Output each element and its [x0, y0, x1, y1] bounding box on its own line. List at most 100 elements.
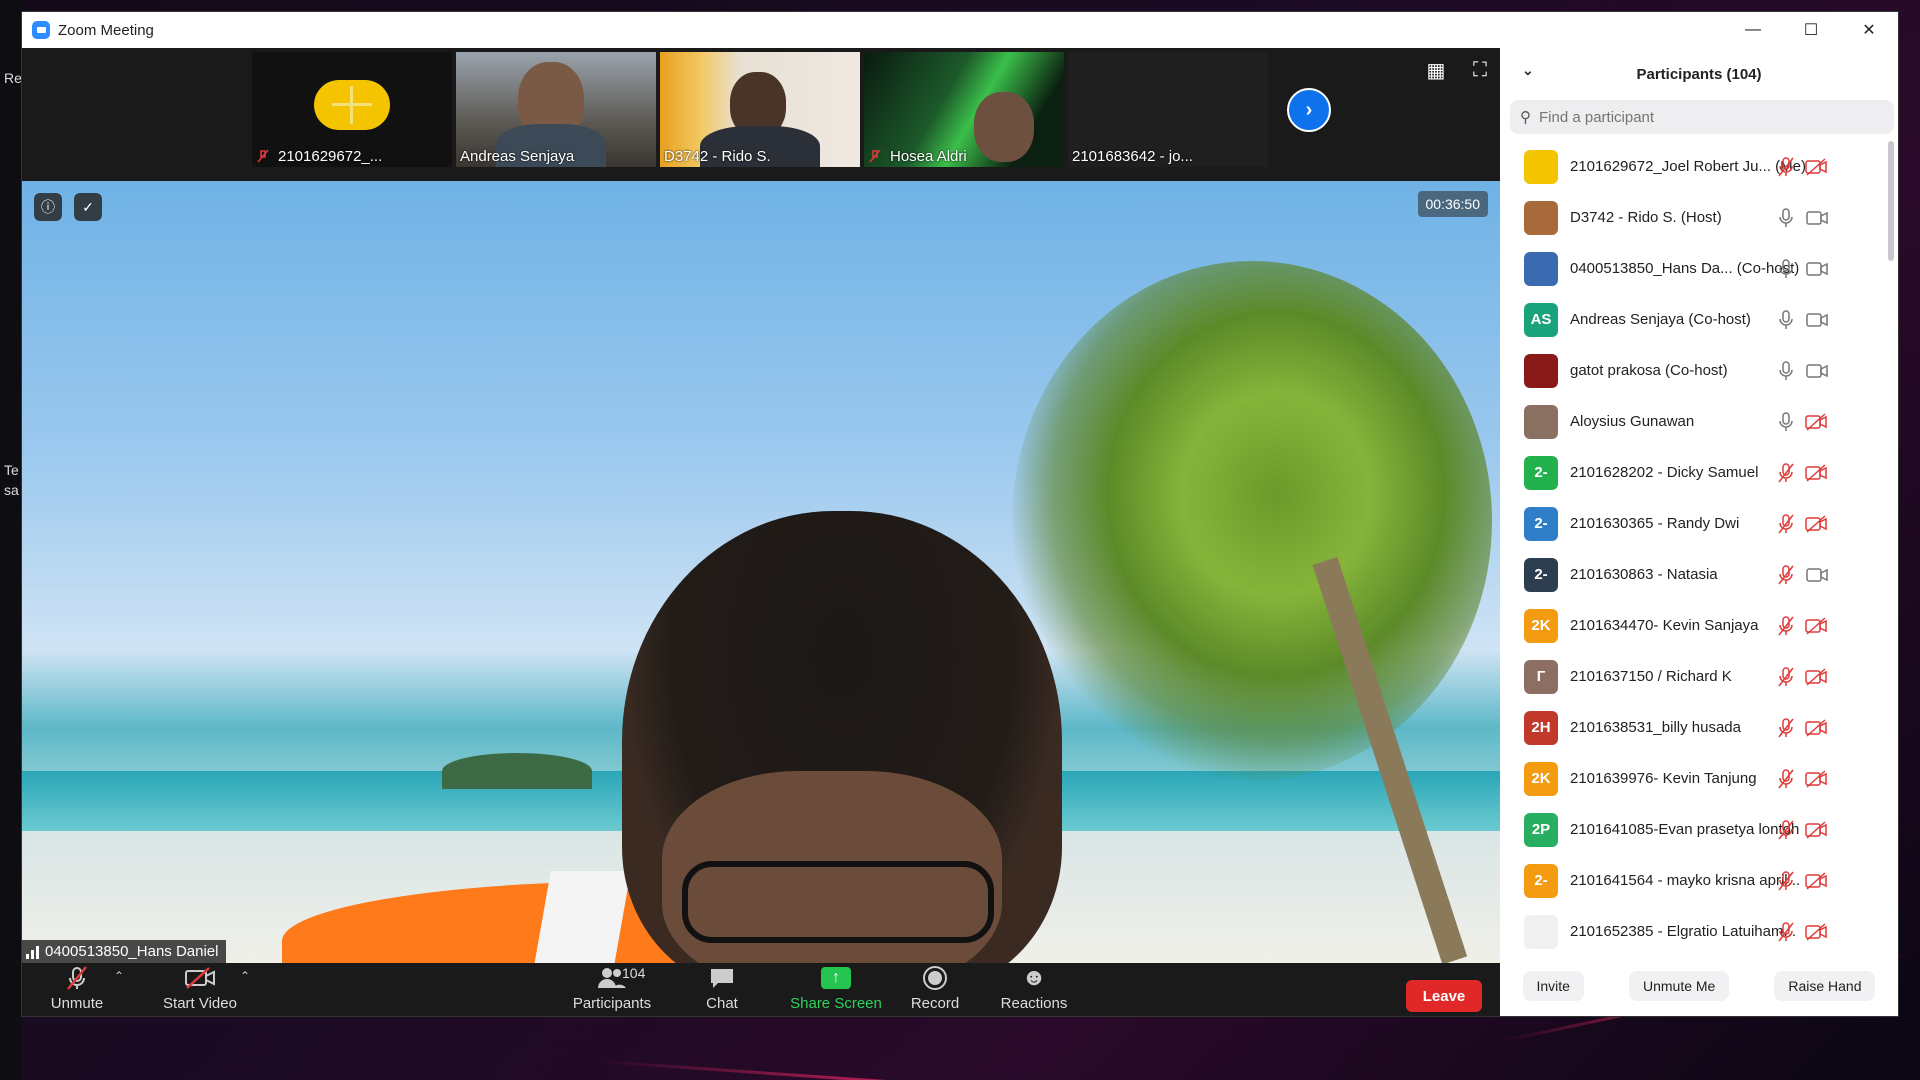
raise-hand-button[interactable]: Raise Hand: [1774, 971, 1876, 1001]
participant-row[interactable]: Aloysius Gunawan: [1500, 396, 1888, 447]
record-button[interactable]: Record: [890, 963, 980, 1016]
mic-muted-icon[interactable]: [1776, 666, 1796, 688]
participant-search-input[interactable]: [1537, 107, 1861, 127]
participant-row[interactable]: 2101652385 - Elgratio Latuiham...: [1500, 906, 1888, 951]
maximize-button[interactable]: ☐: [1782, 12, 1840, 48]
mic-icon[interactable]: [1776, 360, 1796, 382]
unmute-me-button[interactable]: Unmute Me: [1628, 971, 1730, 1001]
next-page-button[interactable]: ›: [1287, 88, 1331, 132]
video-off-icon: [1804, 411, 1830, 433]
participant-row[interactable]: AS Andreas Senjaya (Co-host): [1500, 294, 1888, 345]
start-video-button[interactable]: Start Video: [150, 963, 250, 1016]
participant-row[interactable]: 2- 2101630365 - Randy Dwi: [1500, 498, 1888, 549]
avatar: 2K: [1524, 608, 1558, 643]
participant-row[interactable]: 0400513850_Hans Da... (Co-host): [1500, 243, 1888, 294]
mic-muted-icon: [257, 149, 269, 163]
desktop-label: Re: [4, 70, 22, 86]
participant-name: 2101629672_Joel Robert Ju... (Me): [1570, 158, 1806, 175]
thumbnail-video[interactable]: D3742 - Rido S.: [660, 52, 860, 167]
participant-name: 2101652385 - Elgratio Latuiham...: [1570, 923, 1796, 940]
meeting-info-icon[interactable]: ⓘ: [34, 193, 62, 221]
participant-name: 2101639976- Kevin Tanjung: [1570, 770, 1757, 787]
avatar: 2P: [1524, 812, 1558, 847]
thumbnail-video[interactable]: Andreas Senjaya: [456, 52, 656, 167]
avatar: [1524, 404, 1558, 439]
avatar: [1524, 914, 1558, 949]
desktop-edge: Re Te sa: [0, 0, 22, 1080]
video-options-caret-icon[interactable]: ⌃: [240, 969, 250, 983]
mic-icon[interactable]: [1776, 309, 1796, 331]
mic-icon[interactable]: [1776, 258, 1796, 280]
security-shield-icon[interactable]: ✓: [74, 193, 102, 221]
avatar: 2-: [1524, 455, 1558, 490]
participants-count: 104: [622, 965, 646, 981]
panel-title: Participants (104): [1636, 65, 1762, 83]
mic-muted-icon[interactable]: [1776, 819, 1796, 841]
desktop-label: Te: [4, 462, 19, 478]
thumbnail-name: 2101629672_...: [278, 148, 383, 165]
mic-muted-icon[interactable]: [1776, 513, 1796, 535]
chevron-down-icon[interactable]: ⌄: [1522, 62, 1534, 79]
thumbnail-strip: 2101629672_... Andreas Senjaya D3742 - R…: [22, 48, 1500, 181]
mic-muted-icon[interactable]: [1776, 768, 1796, 790]
mic-muted-icon[interactable]: [1776, 564, 1796, 586]
video-off-icon: [1804, 717, 1830, 739]
mic-muted-icon[interactable]: [1776, 615, 1796, 637]
share-screen-button[interactable]: ↑ Share Screen: [778, 963, 894, 1016]
participant-row[interactable]: D3742 - Rido S. (Host): [1500, 192, 1888, 243]
avatar: [1524, 251, 1558, 286]
reactions-button[interactable]: ☻ Reactions: [984, 963, 1084, 1016]
mic-muted-icon[interactable]: [1776, 870, 1796, 892]
video-off-icon: [1804, 768, 1830, 790]
thumbnail-video[interactable]: 2101683642 - jo...: [1068, 52, 1268, 167]
participant-name: D3742 - Rido S. (Host): [1570, 209, 1722, 226]
mic-muted-icon[interactable]: [1776, 921, 1796, 943]
unmute-button[interactable]: Unmute: [42, 963, 112, 1016]
participant-row[interactable]: 2- 2101628202 - Dicky Samuel: [1500, 447, 1888, 498]
wallpaper-streak: [599, 1060, 1199, 1080]
minimize-button[interactable]: —: [1724, 12, 1782, 48]
thumbnail-video[interactable]: Hosea Aldri: [864, 52, 1064, 167]
mic-icon[interactable]: [1776, 411, 1796, 433]
avatar: [1524, 149, 1558, 184]
speaker-name: 0400513850_Hans Daniel: [45, 943, 219, 960]
avatar: [314, 80, 390, 130]
audio-options-caret-icon[interactable]: ⌃: [114, 969, 124, 983]
participant-row[interactable]: gatot prakosa (Co-host): [1500, 345, 1888, 396]
invite-button[interactable]: Invite: [1522, 971, 1584, 1001]
avatar: 2-: [1524, 506, 1558, 541]
reactions-icon: ☻: [1021, 964, 1047, 991]
mic-icon[interactable]: [1776, 207, 1796, 229]
participant-row[interactable]: 2101629672_Joel Robert Ju... (Me): [1500, 141, 1888, 192]
participant-row[interactable]: 2K 2101634470- Kevin Sanjaya: [1500, 600, 1888, 651]
scrollbar[interactable]: [1888, 141, 1894, 261]
leave-button[interactable]: Leave: [1406, 980, 1482, 1012]
thumbnail-video[interactable]: 2101629672_...: [252, 52, 452, 167]
video-icon: [1804, 360, 1830, 382]
grid-view-icon[interactable]: ▦: [1424, 58, 1448, 82]
avatar: 2-: [1524, 557, 1558, 592]
participant-name: 2101628202 - Dicky Samuel: [1570, 464, 1759, 481]
mic-muted-icon[interactable]: [1776, 462, 1796, 484]
mic-muted-icon[interactable]: [1776, 717, 1796, 739]
participant-name: 2101637150 / Richard K: [1570, 668, 1732, 685]
video-off-icon: [1804, 615, 1830, 637]
chat-button[interactable]: Chat: [682, 963, 762, 1016]
participant-row[interactable]: 2- 2101641564 - mayko krisna april...: [1500, 855, 1888, 906]
close-button[interactable]: ✕: [1840, 12, 1898, 48]
participant-row[interactable]: 2K 2101639976- Kevin Tanjung: [1500, 753, 1888, 804]
participant-list: 2101629672_Joel Robert Ju... (Me) D3742 -…: [1500, 141, 1888, 951]
person-silhouette: [974, 92, 1034, 162]
participant-row[interactable]: 2H 2101638531_billy husada: [1500, 702, 1888, 753]
video-off-icon: [1804, 870, 1830, 892]
participant-row[interactable]: 2- 2101630863 - Natasia: [1500, 549, 1888, 600]
participant-row[interactable]: 2P 2101641085-Evan prasetya lontoh: [1500, 804, 1888, 855]
participant-name: 0400513850_Hans Da... (Co-host): [1570, 260, 1800, 277]
video-off-icon: [1804, 921, 1830, 943]
participant-name: 2101634470- Kevin Sanjaya: [1570, 617, 1759, 634]
participant-search[interactable]: ⚲: [1510, 100, 1894, 134]
participants-button[interactable]: 104 Participants: [562, 963, 662, 1016]
fullscreen-icon[interactable]: ⛶: [1468, 58, 1492, 82]
mic-muted-icon[interactable]: [1776, 156, 1796, 178]
participant-row[interactable]: Г 2101637150 / Richard K: [1500, 651, 1888, 702]
